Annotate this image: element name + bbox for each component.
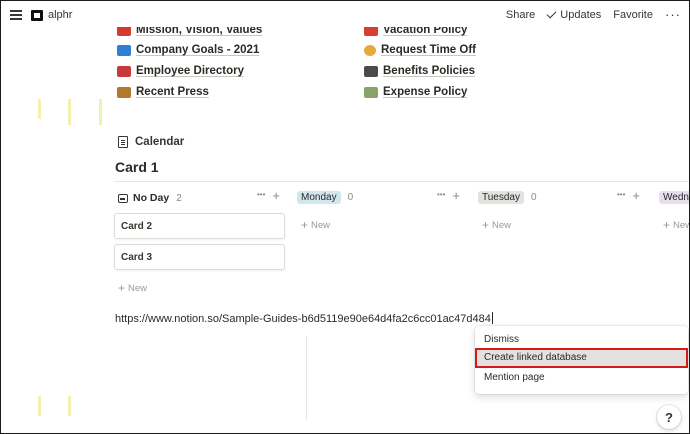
column-more-icon[interactable]: •••: [437, 190, 445, 202]
decorative-mark: [68, 396, 71, 416]
menu-item-mention-page[interactable]: Mention page: [484, 372, 545, 383]
link-label: Recent Press: [136, 86, 209, 98]
new-card-button-wednesday[interactable]: +New: [663, 217, 689, 232]
link-company-goals[interactable]: Company Goals - 2021: [117, 44, 259, 56]
board-card[interactable]: Card 3: [114, 244, 285, 270]
calendar-label: Calendar: [135, 136, 185, 148]
decorative-mark: [99, 99, 102, 125]
text-cursor: [491, 312, 493, 324]
card-title: Card 2: [121, 221, 153, 232]
link-label: Employee Directory: [136, 65, 245, 77]
link-label: Company Goals - 2021: [136, 44, 260, 56]
link-label: Expense Policy: [383, 86, 468, 98]
inbox-icon: [118, 193, 128, 203]
new-card-button-monday[interactable]: + New: [301, 217, 331, 232]
new-label: New: [673, 220, 689, 231]
more-options-icon[interactable]: ···: [665, 7, 681, 22]
column-label: No Day: [133, 192, 170, 204]
column-count: 2: [176, 192, 182, 204]
new-label: New: [492, 220, 512, 231]
decorative-mark: [38, 99, 41, 119]
plus-icon: +: [301, 218, 309, 232]
link-employee-directory[interactable]: Employee Directory: [117, 65, 244, 77]
column-more-icon[interactable]: •••: [257, 190, 265, 202]
plus-icon: +: [482, 218, 490, 232]
breadcrumb-page-name[interactable]: alphr: [48, 9, 72, 21]
help-button[interactable]: ?: [657, 405, 681, 429]
menu-item-dismiss[interactable]: Dismiss: [484, 334, 519, 345]
plus-icon: +: [663, 218, 671, 232]
link-label: Request Time Off: [381, 44, 476, 56]
top-actions: Share Updates Favorite ···: [506, 7, 689, 24]
column-actions-tuesday: ••• +: [617, 189, 640, 202]
link-request-time-off[interactable]: Request Time Off: [364, 44, 476, 56]
calendar-link[interactable]: Calendar: [118, 136, 184, 148]
truck-icon: [117, 44, 131, 56]
paste-options-menu: Dismiss Create linked database Mention p…: [475, 326, 688, 394]
favorite-button[interactable]: Favorite: [613, 9, 653, 24]
new-label: New: [128, 283, 148, 294]
url-text: https://www.notion.so/Sample-Guides-b6d5…: [115, 313, 491, 325]
decorative-mark: [68, 99, 71, 125]
share-button[interactable]: Share: [506, 9, 535, 24]
column-actions-no-day: ••• +: [257, 189, 280, 202]
document-icon: [118, 136, 128, 148]
divider: [114, 181, 689, 182]
page-title: Card 1: [115, 159, 159, 175]
megaphone-icon: [117, 86, 131, 98]
top-bar: alphr Share Updates Favorite ···: [1, 1, 689, 31]
coffee-icon: [364, 65, 378, 77]
telephone-icon: [117, 65, 131, 77]
column-actions-monday: ••• +: [437, 189, 460, 202]
board-card[interactable]: Card 2: [114, 213, 285, 239]
pasted-url-text[interactable]: https://www.notion.so/Sample-Guides-b6d5…: [115, 312, 493, 325]
link-expense-policy[interactable]: Expense Policy: [364, 86, 467, 98]
updates-label: Updates: [560, 9, 602, 21]
check-icon: [546, 8, 557, 19]
updates-button[interactable]: Updates: [546, 8, 602, 24]
link-label: Benefits Policies: [383, 65, 476, 77]
menu-item-create-linked-database[interactable]: Create linked database: [484, 352, 587, 363]
column-label: Tuesday: [478, 191, 524, 204]
column-header-wednesday[interactable]: Wedne: [659, 191, 689, 204]
column-add-icon[interactable]: +: [452, 189, 460, 202]
column-count: 0: [347, 192, 354, 203]
hamburger-menu-icon[interactable]: [10, 10, 22, 20]
card-title: Card 3: [121, 252, 153, 263]
column-more-icon[interactable]: •••: [617, 190, 625, 202]
decorative-mark: [38, 396, 41, 416]
face-icon: [364, 44, 376, 56]
column-label: Monday: [297, 191, 341, 204]
new-label: New: [311, 220, 331, 231]
link-benefits-policies[interactable]: Benefits Policies: [364, 65, 475, 77]
new-card-button-no-day[interactable]: + New: [118, 280, 148, 295]
plus-icon: +: [118, 281, 126, 295]
column-add-icon[interactable]: +: [632, 189, 640, 202]
column-add-icon[interactable]: +: [272, 189, 280, 202]
column-header-monday[interactable]: Monday 0: [297, 191, 353, 204]
new-card-button-tuesday[interactable]: + New: [482, 217, 512, 232]
divider-vertical: [306, 336, 307, 420]
column-count: 0: [530, 192, 537, 203]
column-label: Wedne: [659, 191, 689, 204]
column-header-tuesday[interactable]: Tuesday 0: [478, 191, 537, 204]
money-icon: [364, 86, 378, 98]
column-header-no-day[interactable]: No Day 2: [118, 191, 182, 205]
page-icon: [31, 10, 43, 21]
notion-window: alphr Share Updates Favorite ··· Mission…: [0, 0, 690, 434]
link-recent-press[interactable]: Recent Press: [117, 86, 209, 98]
